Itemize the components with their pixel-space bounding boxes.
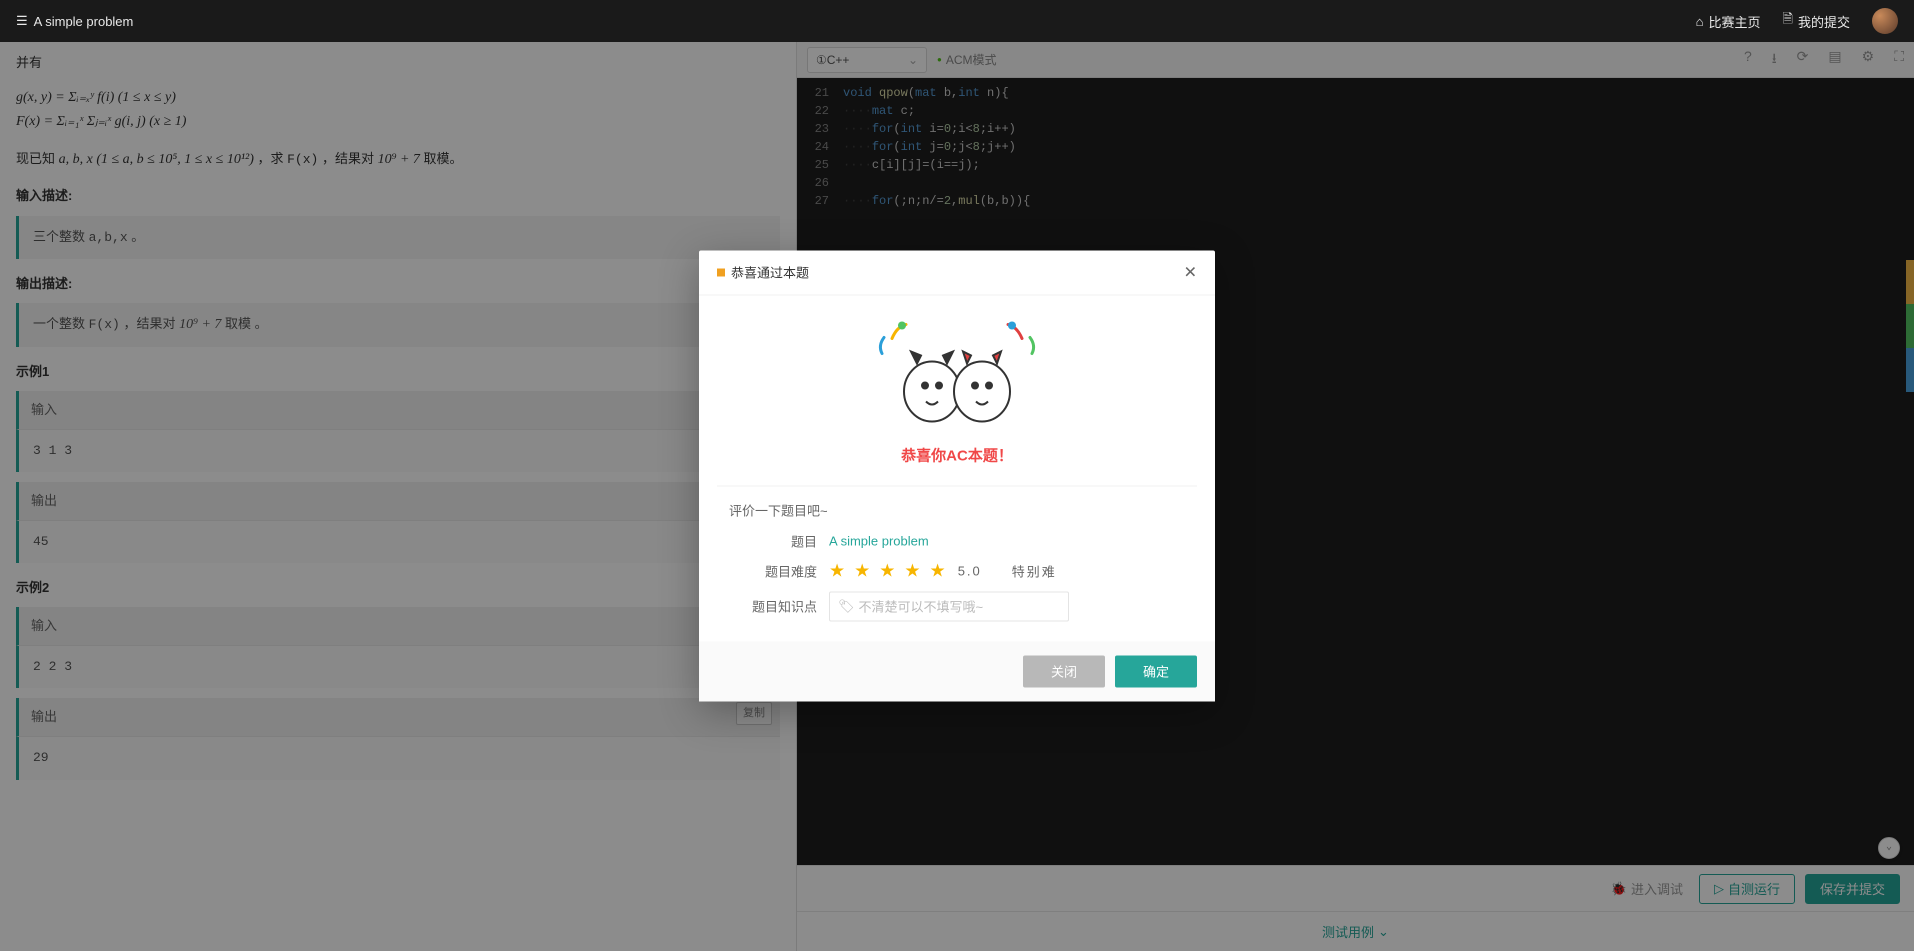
label-difficulty: 题目难度 — [727, 561, 817, 580]
home-label: 比赛主页 — [1709, 12, 1761, 31]
my-submissions-link[interactable]: 🗎 我的提交 — [1783, 10, 1850, 32]
rate-prompt: 评价一下题目吧~ — [727, 500, 1187, 519]
avatar[interactable] — [1872, 8, 1898, 34]
app-header: ☰ A simple problem ⌂ 比赛主页 🗎 我的提交 — [0, 0, 1914, 42]
document-icon: 🗎 — [1783, 10, 1793, 32]
mascot-illustration — [872, 313, 1042, 433]
difficulty-stars[interactable]: ★ ★ ★ ★ ★ 5.0 特别难 — [829, 560, 1057, 581]
problem-name-link[interactable]: A simple problem — [829, 533, 929, 548]
success-modal: 恭喜通过本题 ✕ — [699, 250, 1215, 701]
label-tags: 题目知识点 — [727, 597, 817, 616]
close-btn-label: 关闭 — [1051, 662, 1077, 681]
difficulty-text: 特别难 — [1012, 561, 1057, 580]
modal-confirm-button[interactable]: 确定 — [1115, 655, 1197, 687]
contest-home-link[interactable]: ⌂ 比赛主页 — [1696, 12, 1761, 31]
row-tags: 题目知识点 🏷 不清楚可以不填写哦~ — [727, 591, 1187, 621]
difficulty-score: 5.0 — [958, 563, 982, 578]
modal-title: 恭喜通过本题 — [731, 263, 809, 282]
header-left: ☰ A simple problem — [16, 13, 133, 29]
modal-body: 恭喜你AC本题！ 评价一下题目吧~ 题目 A simple problem 题目… — [699, 295, 1215, 641]
tags-placeholder: 不清楚可以不填写哦~ — [859, 597, 984, 616]
list-icon: ☰ — [16, 13, 28, 29]
tags-input[interactable]: 🏷 不清楚可以不填写哦~ — [829, 591, 1069, 621]
star-icon: ★ ★ ★ ★ ★ — [829, 560, 948, 581]
tag-icon: 🏷 — [838, 598, 855, 614]
header-right: ⌂ 比赛主页 🗎 我的提交 — [1696, 8, 1898, 34]
problem-title: A simple problem — [34, 14, 134, 29]
home-icon: ⌂ — [1696, 14, 1704, 29]
close-icon[interactable]: ✕ — [1184, 262, 1197, 282]
modal-title-marker-icon — [717, 268, 725, 276]
modal-divider — [717, 485, 1197, 486]
label-problem: 题目 — [727, 531, 817, 550]
row-problem: 题目 A simple problem — [727, 531, 1187, 550]
modal-header: 恭喜通过本题 ✕ — [699, 250, 1215, 295]
congrats-text: 恭喜你AC本题！ — [727, 444, 1187, 465]
submissions-label: 我的提交 — [1798, 12, 1850, 31]
confirm-btn-label: 确定 — [1143, 662, 1169, 681]
modal-footer: 关闭 确定 — [699, 641, 1215, 701]
modal-close-button[interactable]: 关闭 — [1023, 655, 1105, 687]
row-difficulty: 题目难度 ★ ★ ★ ★ ★ 5.0 特别难 — [727, 560, 1187, 581]
